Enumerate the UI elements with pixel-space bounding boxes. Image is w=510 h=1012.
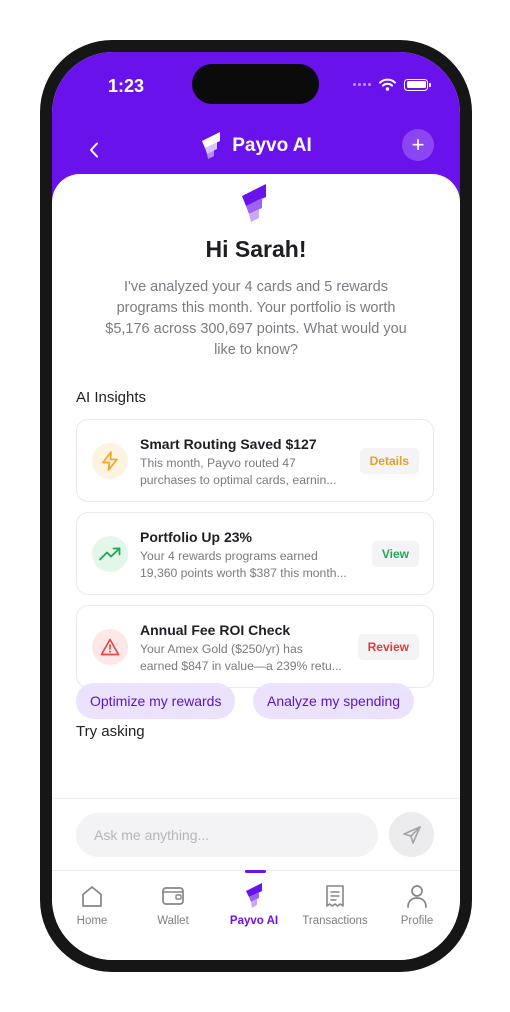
insight-description: Your Amex Gold ($250/yr) has earned $847… [140,641,356,675]
insight-description-line: purchases to optimal cards, earnin... [140,473,337,487]
phone-frame: 1:23 Payvo AI + Hi Sarah! I've analyzed … [40,40,472,972]
insight-card-smart-routing[interactable]: Smart Routing Saved $127 This month, Pay… [76,419,434,502]
signal-icon [353,83,371,86]
insight-description-line: 19,360 points worth $387 this month... [140,566,347,580]
insight-title: Smart Routing Saved $127 [140,436,317,452]
payvo-logo-icon [202,132,221,159]
tab-wallet[interactable]: Wallet [133,883,213,927]
tab-profile[interactable]: Profile [377,883,457,927]
status-time: 1:23 [108,76,145,96]
profile-icon [406,883,428,909]
insight-description: Your 4 rewards programs earned 19,360 po… [140,548,356,582]
message-composer [52,798,460,870]
insight-icon [92,443,128,479]
plus-icon: + [411,132,425,157]
send-button[interactable] [389,812,434,857]
tab-label: Wallet [157,915,189,927]
page-title: Payvo AI [232,135,312,156]
home-icon [81,883,103,909]
try-asking-title: Try asking [76,723,145,740]
suggestion-chip-optimize-rewards[interactable]: Optimize my rewards [76,683,236,719]
battery-icon [404,78,431,91]
warning-icon [100,638,120,656]
insight-icon [92,629,128,665]
insight-title: Annual Fee ROI Check [140,622,291,638]
intro-text: I've analyzed your 4 cards and 5 rewards… [105,279,407,358]
wallet-icon [161,883,185,909]
tab-label: Payvo AI [229,915,279,927]
payvo-logo-icon [245,883,263,909]
suggestion-chip-analyze-spending[interactable]: Analyze my spending [253,683,415,719]
header-brand: Payvo AI [52,132,460,160]
details-button[interactable]: Details [359,448,419,474]
greeting-heading: Hi Sarah! [205,236,307,262]
new-chat-button[interactable]: + [402,129,434,161]
insight-icon [92,536,128,572]
tab-label: Profile [400,915,434,927]
ask-input[interactable] [76,813,378,857]
status-icons [353,78,431,91]
wifi-icon [379,78,396,91]
insight-title: Portfolio Up 23% [140,529,253,545]
dynamic-island [192,64,319,104]
tab-label: Transactions [302,915,368,927]
view-button[interactable]: View [371,541,419,567]
insight-description-line: Your 4 rewards programs earned [140,549,318,563]
insights-title: AI Insights [76,389,147,406]
insight-description: This month, Payvo routed 47 purchases to… [140,455,356,489]
insight-card-portfolio[interactable]: Portfolio Up 23% Your 4 rewards programs… [76,512,434,595]
tab-transactions[interactable]: Transactions [295,883,375,927]
payvo-logo-icon [242,184,266,222]
tab-bar: Home Wallet Payvo AI Transactions Profil… [52,870,460,960]
trending-up-icon [99,547,121,561]
tab-payvo-ai[interactable]: Payvo AI [214,883,294,927]
receipt-icon [325,883,345,909]
tab-home[interactable]: Home [52,883,132,927]
phone-screen: 1:23 Payvo AI + Hi Sarah! I've analyzed … [52,52,460,960]
tab-label: Home [76,915,108,927]
insight-description-line: earned $847 in value—a 239% retu... [140,659,342,673]
active-tab-indicator [245,870,266,873]
insight-description-line: Your Amex Gold ($250/yr) has [140,642,303,656]
review-button[interactable]: Review [357,634,419,660]
insight-description-line: This month, Payvo routed 47 [140,456,296,470]
send-icon [402,825,421,844]
insight-card-annual-fee[interactable]: Annual Fee ROI Check Your Amex Gold ($25… [76,605,434,688]
lightning-icon [102,451,118,471]
